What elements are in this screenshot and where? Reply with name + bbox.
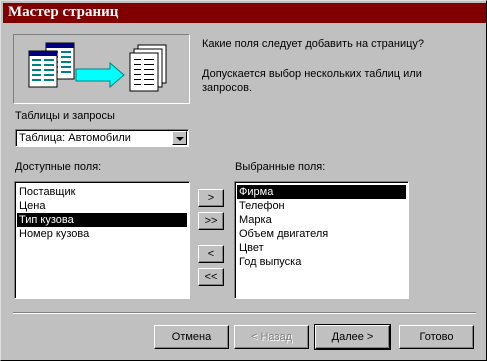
tables-queries-value: Таблица: Автомобили: [19, 132, 131, 144]
list-item-selected[interactable]: Тип кузова: [17, 213, 187, 227]
add-all-fields-button[interactable]: >>: [198, 212, 224, 230]
tables-queries-label: Таблицы и запросы: [15, 110, 115, 122]
next-button[interactable]: Далее >: [314, 324, 391, 350]
hint-line-1: Допускается выбор нескольких таблиц или: [202, 68, 422, 80]
wizard-window: Мастер страниц Какие поля следует добави…: [0, 0, 487, 361]
dropdown-arrow-button[interactable]: [172, 131, 187, 145]
selected-fields-list[interactable]: Фирма Телефон Марка Объем двигателя Цвет…: [234, 181, 409, 299]
back-button[interactable]: < Назад: [234, 325, 309, 349]
add-field-button[interactable]: >: [198, 189, 224, 207]
title-bar[interactable]: Мастер страниц: [3, 3, 486, 23]
list-item[interactable]: Поставщик: [17, 185, 75, 199]
available-fields-label: Доступные поля:: [15, 161, 102, 173]
window-title: Мастер страниц: [8, 4, 119, 20]
cancel-button[interactable]: Отмена: [154, 325, 229, 349]
footer-divider: [13, 312, 476, 314]
available-fields-list[interactable]: Поставщик Цена Тип кузова Номер кузова: [14, 181, 190, 299]
remove-all-fields-button[interactable]: <<: [198, 268, 224, 286]
list-item-selected[interactable]: Фирма: [237, 185, 406, 199]
remove-field-button[interactable]: <: [198, 245, 224, 263]
question-text: Какие поля следует добавить на страницу?: [202, 38, 425, 50]
list-item[interactable]: Цена: [17, 199, 45, 213]
chevron-down-icon: [176, 137, 184, 141]
tables-queries-dropdown[interactable]: Таблица: Автомобили: [15, 129, 189, 147]
hint-line-2: запросов.: [202, 82, 252, 94]
list-item[interactable]: Марка: [237, 213, 272, 227]
wizard-illustration: [13, 34, 190, 104]
list-item[interactable]: Номер кузова: [17, 227, 89, 241]
list-item[interactable]: Цвет: [237, 241, 264, 255]
list-item[interactable]: Телефон: [237, 199, 285, 213]
finish-button[interactable]: Готово: [399, 325, 474, 349]
tables-to-page-icon: [28, 42, 167, 92]
list-item[interactable]: Год выпуска: [237, 255, 301, 269]
selected-fields-label: Выбранные поля:: [235, 161, 326, 173]
list-item[interactable]: Объем двигателя: [237, 227, 328, 241]
